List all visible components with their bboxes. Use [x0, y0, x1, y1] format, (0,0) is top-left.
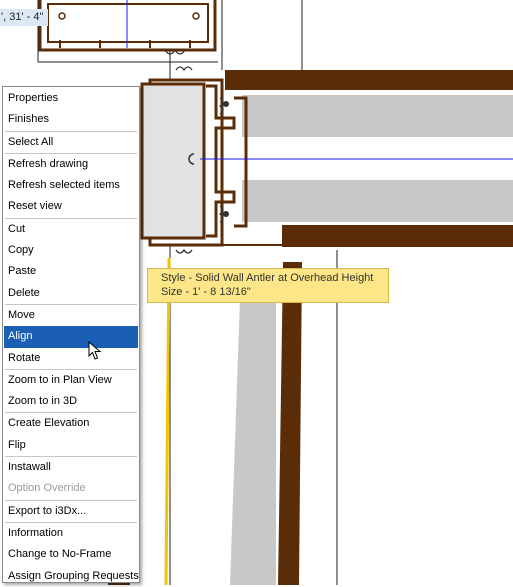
menu-item-paste[interactable]: Paste — [3, 261, 139, 282]
menu-item-change-to-no-frame[interactable]: Change to No-Frame — [3, 544, 139, 565]
selected-edge-line[interactable] — [164, 257, 171, 585]
menu-item-information[interactable]: Information — [3, 523, 139, 544]
menu-item-copy[interactable]: Copy — [3, 240, 139, 261]
menu-item-select-all[interactable]: Select All — [3, 132, 139, 153]
menu-item-refresh-drawing[interactable]: Refresh drawing — [3, 154, 139, 175]
wood-beam-top[interactable] — [225, 70, 513, 90]
wood-beam-bottom[interactable] — [282, 225, 513, 247]
menu-item-delete[interactable]: Delete — [3, 283, 139, 304]
menu-item-align[interactable]: Align — [4, 326, 138, 348]
menu-item-rotate[interactable]: Rotate — [3, 348, 139, 369]
mouse-pointer-icon — [88, 341, 102, 360]
coordinate-readout: ', 31' - 4" — [0, 9, 48, 26]
wood-post-right[interactable] — [278, 262, 302, 585]
menu-item-instawall[interactable]: Instawall — [3, 457, 139, 478]
menu-item-cut[interactable]: Cut — [3, 219, 139, 240]
menu-item-option-override: Option Override — [8, 482, 86, 495]
menu-item-zoom-to-in-plan-view[interactable]: Zoom to in Plan View — [3, 370, 139, 391]
menu-item-refresh-selected-items[interactable]: Refresh selected items — [3, 175, 139, 196]
menu-item-properties[interactable]: Properties — [3, 88, 139, 109]
tooltip-style-line: Style - Solid Wall Antler at Overhead He… — [161, 272, 374, 284]
menu-item-zoom-to-in-3d[interactable]: Zoom to in 3D — [3, 391, 139, 412]
glass-panel-vertical[interactable] — [230, 298, 276, 585]
menu-item-assign-grouping-requests[interactable]: Assign Grouping Requests — [3, 566, 139, 587]
context-menu[interactable]: Properties Finishes Select All Refresh draw… — [2, 86, 140, 583]
top-frame-profile[interactable] — [38, 0, 217, 55]
menu-item-flip[interactable]: Flip — [3, 435, 139, 456]
menu-item-reset-view[interactable]: Reset view — [3, 196, 139, 217]
glass-panel-lower[interactable] — [242, 180, 513, 222]
tooltip-size-line: Size - 1' - 8 13/16" — [161, 286, 251, 298]
glass-panel-upper[interactable] — [242, 95, 513, 137]
menu-item-move[interactable]: Move — [3, 305, 139, 326]
menu-item-export-to-i3dx[interactable]: Export to i3Dx... — [3, 501, 139, 522]
menu-item-finishes[interactable]: Finishes — [3, 109, 139, 130]
menu-item-create-elevation[interactable]: Create Elevation — [3, 413, 139, 434]
hover-tooltip: Style - Solid Wall Antler at Overhead He… — [147, 268, 389, 303]
